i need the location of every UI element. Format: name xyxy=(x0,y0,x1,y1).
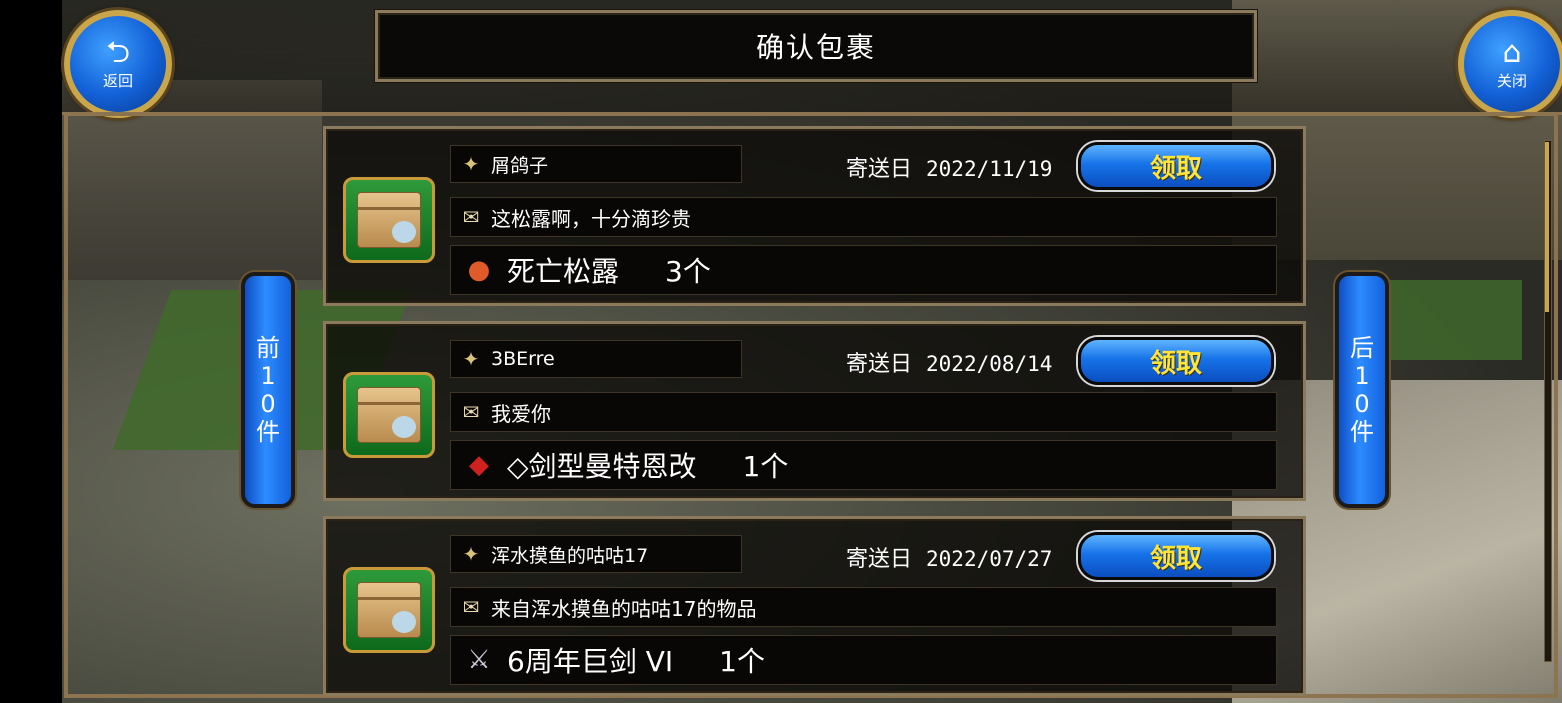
send-date: 寄送日 2022/07/27 xyxy=(846,541,1052,573)
close-button[interactable]: ⌂ 关闭 xyxy=(1458,10,1562,118)
item-row: ◆ ◇剑型曼特恩改 1个 xyxy=(450,440,1277,490)
page-title: 确认包裹 xyxy=(755,31,876,64)
message-text: 这松露啊，十分滴珍贵 xyxy=(491,206,691,231)
sender-row: ✦ 屑鸽子 xyxy=(450,145,742,183)
item-quantity: 1个 xyxy=(719,645,765,678)
item-row: ⚔ 6周年巨剑 VI 1个 xyxy=(450,635,1277,685)
mail-item: ✦ 浑水摸鱼的咕咕17 寄送日 2022/07/27 领取 ✉ 来自浑水摸鱼的咕咕… xyxy=(323,516,1306,696)
sender-name: 屑鸽子 xyxy=(491,154,549,177)
item-name: 死亡松露 xyxy=(507,255,620,288)
scroll-letter-icon: ✉ xyxy=(462,400,480,424)
scroll-letter-icon: ✉ xyxy=(462,205,480,229)
message-row: ✉ 来自浑水摸鱼的咕咕17的物品 xyxy=(450,587,1277,627)
package-icon xyxy=(343,177,435,263)
red-crystal-icon: ◆ xyxy=(469,450,489,480)
package-icon xyxy=(343,372,435,458)
item-name: 6周年巨剑 VI xyxy=(507,645,674,678)
sender-row: ✦ 浑水摸鱼的咕咕17 xyxy=(450,535,742,573)
title-frame: 确认包裹 xyxy=(375,10,1257,82)
next-page-button[interactable]: 后10件 xyxy=(1335,272,1389,508)
message-text: 我爱你 xyxy=(491,401,551,426)
back-button-label: 返回 xyxy=(102,71,133,90)
return-arrow-icon: ⮌ xyxy=(105,34,131,70)
sender-icon: ✦ xyxy=(462,347,480,371)
prev-page-button[interactable]: 前10件 xyxy=(241,272,295,508)
sender-row: ✦ 3BErre xyxy=(450,340,742,378)
truffle-icon: ● xyxy=(467,255,491,285)
item-row: ● 死亡松露 3个 xyxy=(450,245,1277,295)
claim-button[interactable]: 领取 xyxy=(1078,337,1274,385)
item-quantity: 3个 xyxy=(665,255,711,288)
sword-icon: ⚔ xyxy=(467,645,491,675)
send-date-label: 寄送日 xyxy=(846,157,913,182)
item-name: ◇剑型曼特恩改 xyxy=(507,450,697,483)
mail-item: ✦ 3BErre 寄送日 2022/08/14 领取 ✉ 我爱你 ◆ ◇剑型曼特恩… xyxy=(323,321,1306,501)
sender-name: 3BErre xyxy=(491,348,555,370)
scrollbar-thumb[interactable] xyxy=(1545,142,1549,312)
send-date-label: 寄送日 xyxy=(846,547,913,572)
sender-icon: ✦ xyxy=(462,152,480,176)
package-icon xyxy=(343,567,435,653)
message-text: 来自浑水摸鱼的咕咕17的物品 xyxy=(491,596,757,621)
sender-name: 浑水摸鱼的咕咕17 xyxy=(491,544,649,567)
item-quantity: 1个 xyxy=(742,450,789,483)
prev-page-label: 前10件 xyxy=(256,334,280,446)
send-date-value: 2022/08/14 xyxy=(926,352,1053,376)
back-button[interactable]: ⮌ 返回 xyxy=(64,10,172,118)
claim-button[interactable]: 领取 xyxy=(1078,142,1274,190)
home-icon: ⌂ xyxy=(1502,34,1522,70)
send-date: 寄送日 2022/11/19 xyxy=(846,151,1052,183)
send-date-value: 2022/11/19 xyxy=(926,157,1053,181)
send-date-value: 2022/07/27 xyxy=(926,547,1053,571)
next-page-label: 后10件 xyxy=(1350,334,1374,446)
close-button-label: 关闭 xyxy=(1496,71,1527,90)
send-date-label: 寄送日 xyxy=(846,352,913,377)
mail-item: ✦ 屑鸽子 寄送日 2022/11/19 领取 ✉ 这松露啊，十分滴珍贵 ● 死亡… xyxy=(323,126,1306,306)
message-row: ✉ 我爱你 xyxy=(450,392,1277,432)
scroll-letter-icon: ✉ xyxy=(462,595,480,619)
sender-icon: ✦ xyxy=(462,542,480,566)
send-date: 寄送日 2022/08/14 xyxy=(846,346,1052,378)
message-row: ✉ 这松露啊，十分滴珍贵 xyxy=(450,197,1277,237)
claim-button[interactable]: 领取 xyxy=(1078,532,1274,580)
